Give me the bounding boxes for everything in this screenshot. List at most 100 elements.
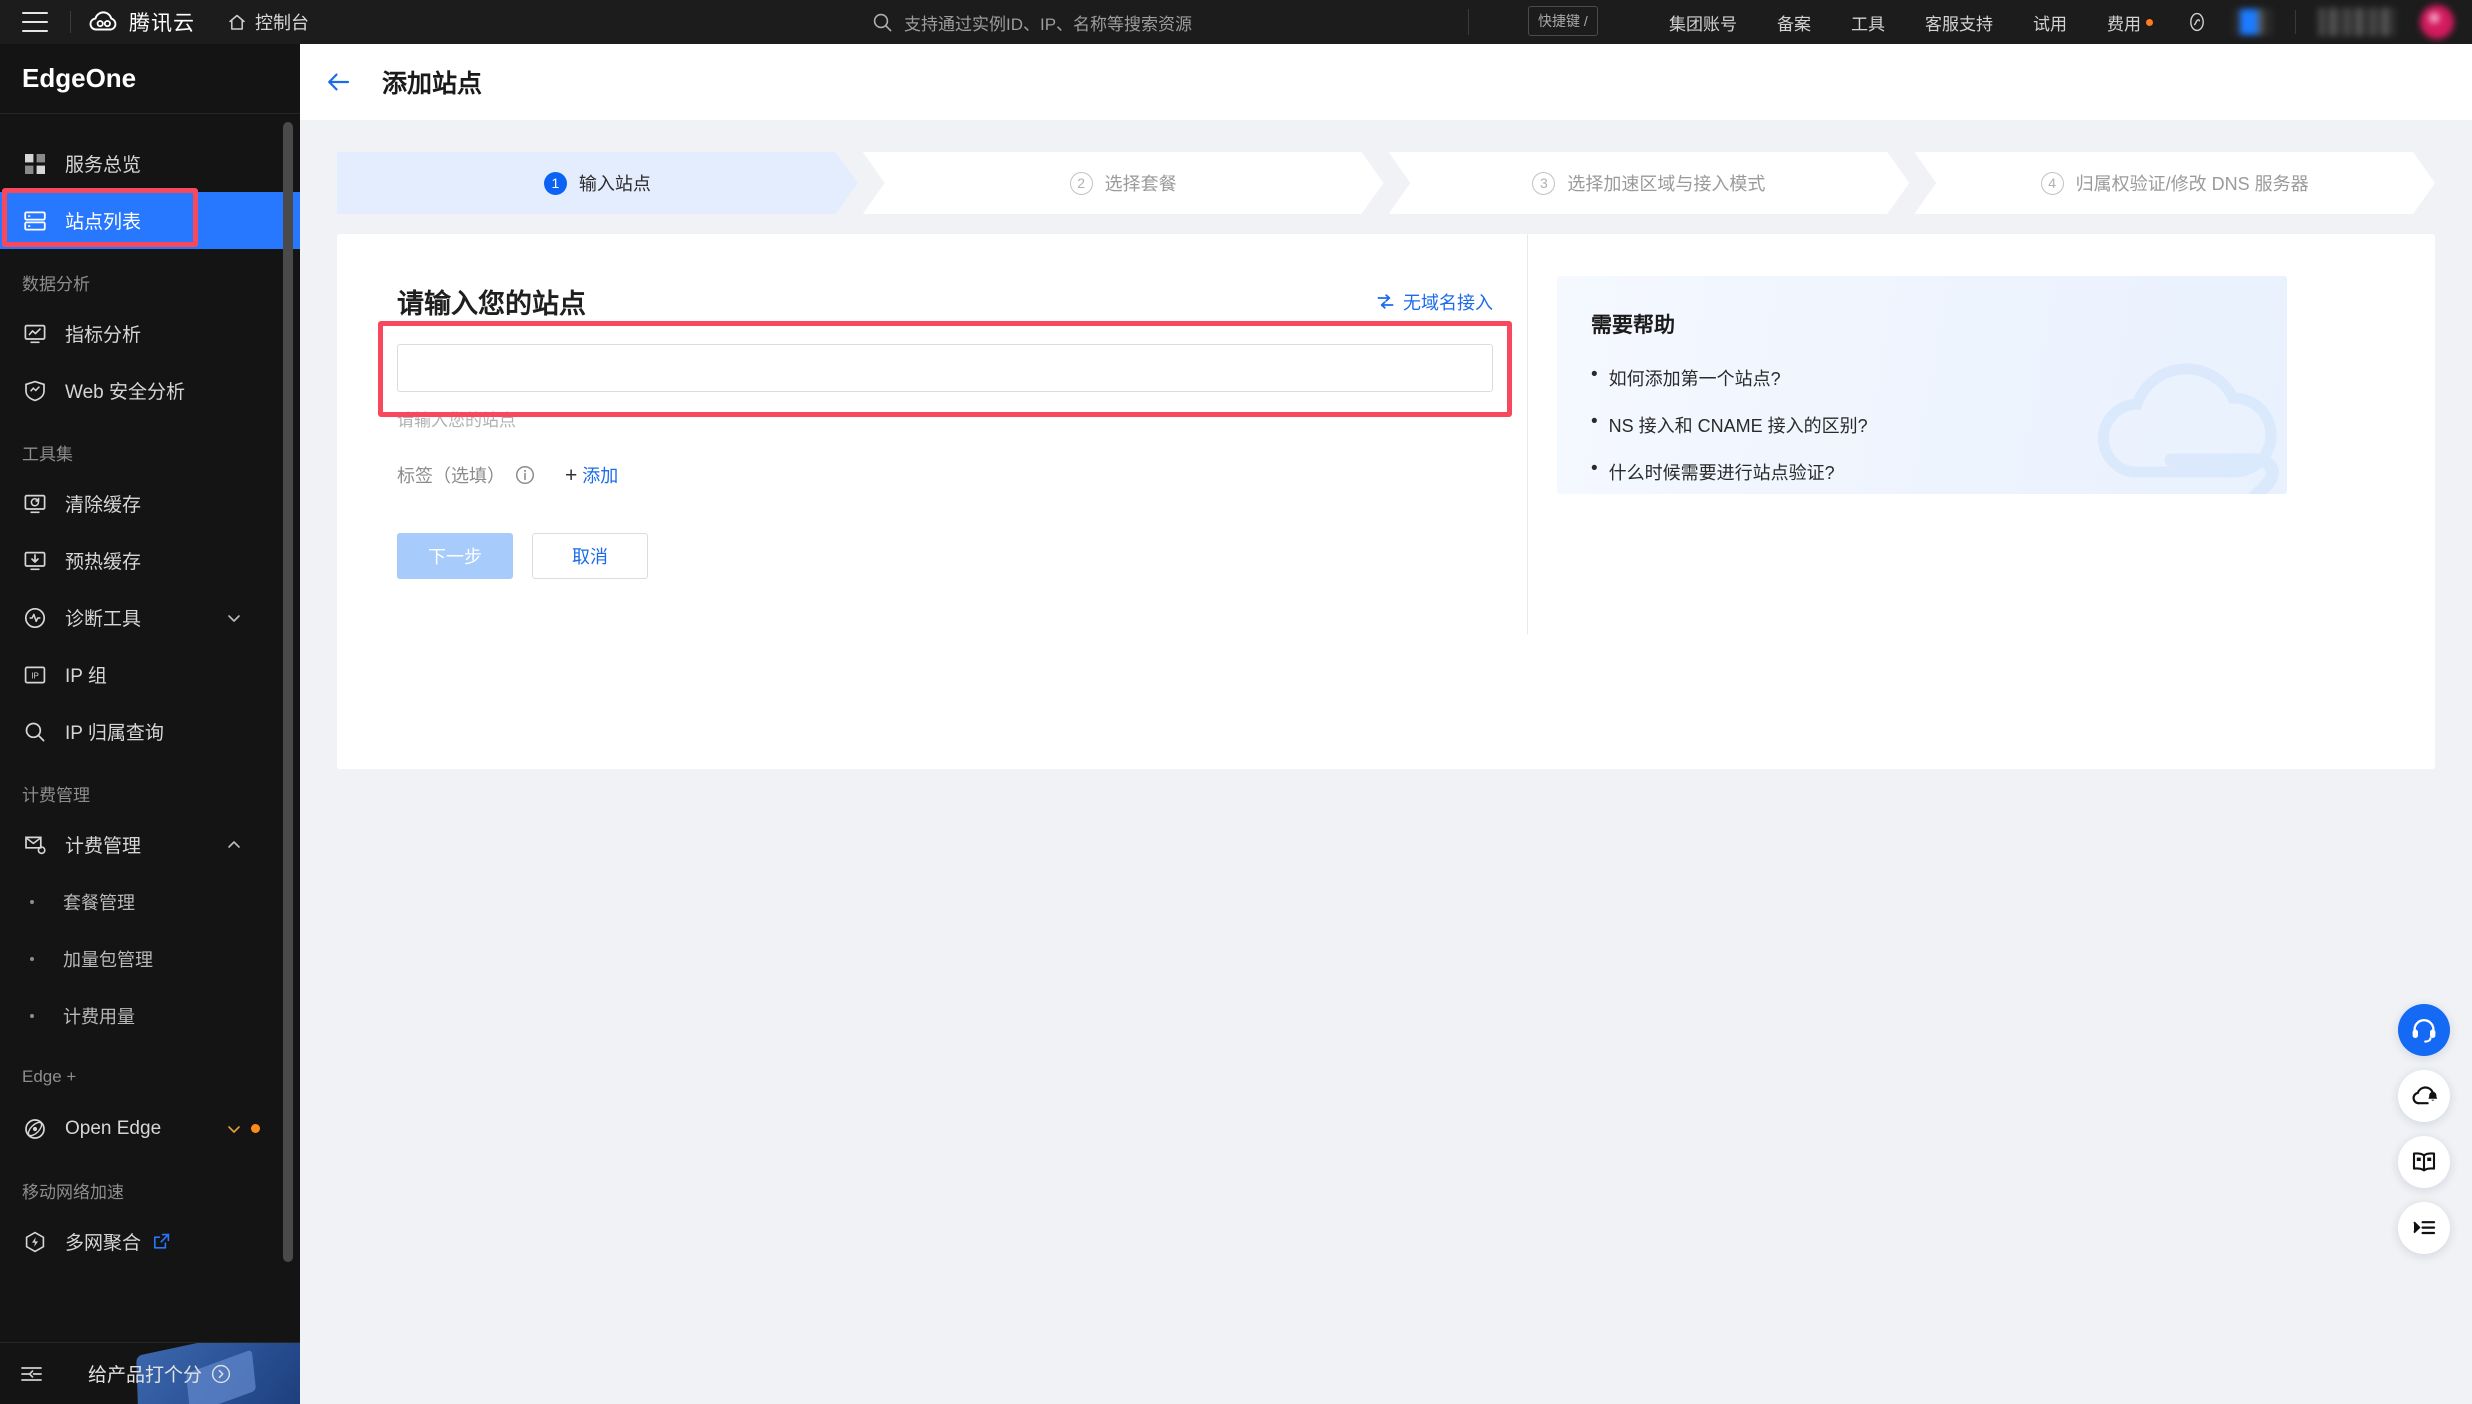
topbar-right-cluster: 集团账号 备案 工具 客服支持 试用 费用	[1649, 0, 2472, 44]
step-3-select-region-mode[interactable]: 3 选择加速区域与接入模式	[1389, 152, 1910, 214]
avatar[interactable]	[2408, 5, 2472, 39]
rate-product-label: 给产品打个分	[88, 1365, 203, 1386]
chevron-down-icon[interactable]	[226, 1121, 242, 1137]
search-icon	[22, 719, 48, 745]
sidebar-item-label: 诊断工具	[65, 609, 142, 630]
sidebar-item-site-list[interactable]: 站点列表	[0, 188, 300, 249]
sidebar-subitem-billing-usage[interactable]: 计费用量	[0, 987, 300, 1044]
top-navigation-bar: 腾讯云 控制台 支持通过实例ID、IP、名称等搜索资源 快捷键 / 集团账号 备…	[0, 0, 2472, 44]
sidebar-item-service-overview[interactable]: 服务总览	[0, 135, 300, 192]
step-number: 3	[1532, 172, 1555, 195]
sidebar-subitem-package-management[interactable]: 套餐管理	[0, 873, 300, 930]
search-placeholder: 支持通过实例ID、IP、名称等搜索资源	[904, 14, 1193, 34]
customer-support-fab[interactable]	[2398, 1004, 2450, 1056]
sidebar-subitem-label: 加量包管理	[63, 949, 153, 970]
documentation-fab[interactable]	[2398, 1136, 2450, 1188]
form-actions: 下一步 取消	[397, 533, 1527, 579]
sidebar-item-label: 站点列表	[65, 212, 142, 233]
notifications-fab[interactable]	[2398, 1070, 2450, 1122]
step-2-select-plan[interactable]: 2 选择套餐	[863, 152, 1384, 214]
bullet-icon: •	[1591, 411, 1598, 432]
external-link-icon[interactable]	[153, 1233, 170, 1250]
sidebar-group-billing: 计费管理	[22, 785, 90, 805]
chevron-right-circle-icon	[211, 1364, 231, 1384]
rate-product-button[interactable]: 给产品打个分	[88, 1360, 231, 1387]
step-1-enter-site[interactable]: 1 输入站点	[337, 152, 858, 214]
nav-link-fee-label: 费用	[2107, 14, 2141, 34]
topbar-divider-2	[1468, 9, 1469, 35]
switch-arrows-icon	[1376, 292, 1395, 311]
open-edge-badge-dot	[251, 1124, 260, 1133]
main-menu-hamburger-icon[interactable]	[22, 12, 48, 32]
site-input[interactable]	[397, 344, 1493, 392]
info-icon[interactable]	[515, 465, 535, 485]
book-icon	[2410, 1148, 2438, 1176]
svg-text:IP: IP	[31, 671, 39, 680]
cloud-logo-icon	[89, 10, 119, 34]
add-tag-button[interactable]: + 添加	[565, 462, 618, 488]
cloud-bell-icon	[2410, 1082, 2438, 1110]
console-home-link[interactable]: 控制台	[227, 9, 309, 35]
back-arrow-icon[interactable]	[326, 69, 352, 95]
floating-action-rail	[2398, 1004, 2450, 1254]
feedback-fab[interactable]	[2398, 1202, 2450, 1254]
step-indicator: 1 输入站点 2 选择套餐 3 选择加速区域与接入模式 4 归属权验证/修改 D…	[337, 152, 2435, 214]
plus-icon: +	[565, 463, 578, 487]
sidebar-item-diagnostic-tools[interactable]: 诊断工具	[0, 589, 300, 646]
account-name[interactable]	[2306, 8, 2408, 36]
card-vertical-divider	[1527, 234, 1528, 634]
chevron-down-icon[interactable]	[226, 610, 242, 626]
sidebar-item-metrics-analysis[interactable]: 指标分析	[0, 305, 300, 362]
page-title: 添加站点	[382, 70, 483, 98]
shield-icon	[22, 378, 48, 404]
sidebar-footer: 给产品打个分	[0, 1342, 300, 1404]
open-edge-icon	[22, 1116, 48, 1142]
search-hotkey-badge[interactable]: 快捷键 /	[1528, 6, 1598, 36]
site-input-wrapper	[378, 321, 1512, 417]
search-icon	[872, 12, 893, 33]
sidebar-scrollbar[interactable]	[283, 122, 293, 1262]
nav-link-trial[interactable]: 试用	[2013, 10, 2087, 35]
headset-icon	[2410, 1016, 2438, 1044]
sidebar-subitem-label: 计费用量	[63, 1006, 135, 1027]
sidebar-item-label: IP 归属查询	[65, 723, 164, 744]
sidebar-item-billing-management[interactable]: 计费管理	[0, 816, 300, 873]
site-list-icon	[22, 208, 48, 234]
help-item-label: 什么时候需要进行站点验证?	[1608, 463, 1835, 483]
global-search[interactable]: 支持通过实例ID、IP、名称等搜索资源	[872, 6, 1522, 38]
nav-link-support[interactable]: 客服支持	[1905, 10, 2013, 35]
theme-toggle-icon[interactable]	[2173, 10, 2221, 34]
sidebar-item-purge-cache[interactable]: 清除缓存	[0, 475, 300, 532]
add-tag-label: 添加	[582, 466, 619, 486]
bullet-icon: •	[1591, 364, 1598, 385]
sidebar-subitem-addon-package-management[interactable]: 加量包管理	[0, 930, 300, 987]
tencent-cloud-logo[interactable]: 腾讯云	[89, 7, 195, 37]
sidebar-collapse-icon[interactable]	[20, 1361, 46, 1387]
sidebar-item-open-edge[interactable]: Open Edge	[0, 1100, 300, 1157]
chevron-up-icon[interactable]	[226, 837, 242, 853]
sidebar-item-ip-group[interactable]: IP IP 组	[0, 646, 300, 703]
sidebar-group-toolset: 工具集	[22, 444, 73, 464]
diagnostic-icon	[22, 605, 48, 631]
nav-link-tools[interactable]: 工具	[1831, 10, 1905, 35]
nav-link-fee[interactable]: 费用	[2087, 10, 2173, 35]
grid-icon	[22, 151, 48, 177]
cancel-button[interactable]: 取消	[532, 533, 648, 579]
sidebar-item-ip-lookup[interactable]: IP 归属查询	[0, 703, 300, 760]
sidebar-item-prefetch-cache[interactable]: 预热缓存	[0, 532, 300, 589]
sidebar-item-multi-network[interactable]: 多网聚合	[0, 1213, 300, 1270]
next-step-button[interactable]: 下一步	[397, 533, 513, 579]
add-site-form: 请输入您的站点 无域名接入 请输入您的站点 标签（选填） + 添加 下一步 取消	[337, 234, 1527, 769]
sidebar-scroll-area: 服务总览 站点列表 数据分析 指标分析 Web 安全分析 工具集 清除缓存 预热…	[0, 115, 300, 1342]
form-title-row: 请输入您的站点 无域名接入	[397, 282, 1493, 321]
topbar-divider	[70, 11, 71, 33]
step-4-ownership-dns[interactable]: 4 归属权验证/修改 DNS 服务器	[1914, 152, 2435, 214]
brand-name: 腾讯云	[129, 12, 195, 35]
nav-link-icp[interactable]: 备案	[1757, 10, 1831, 35]
bullet-icon	[30, 956, 34, 961]
no-domain-access-link[interactable]: 无域名接入	[1376, 289, 1493, 315]
prefetch-cache-icon	[22, 548, 48, 574]
sidebar-item-web-security-analysis[interactable]: Web 安全分析	[0, 362, 300, 419]
nav-link-group-account[interactable]: 集团账号	[1649, 10, 1757, 35]
workbench-entry[interactable]	[2221, 9, 2285, 35]
